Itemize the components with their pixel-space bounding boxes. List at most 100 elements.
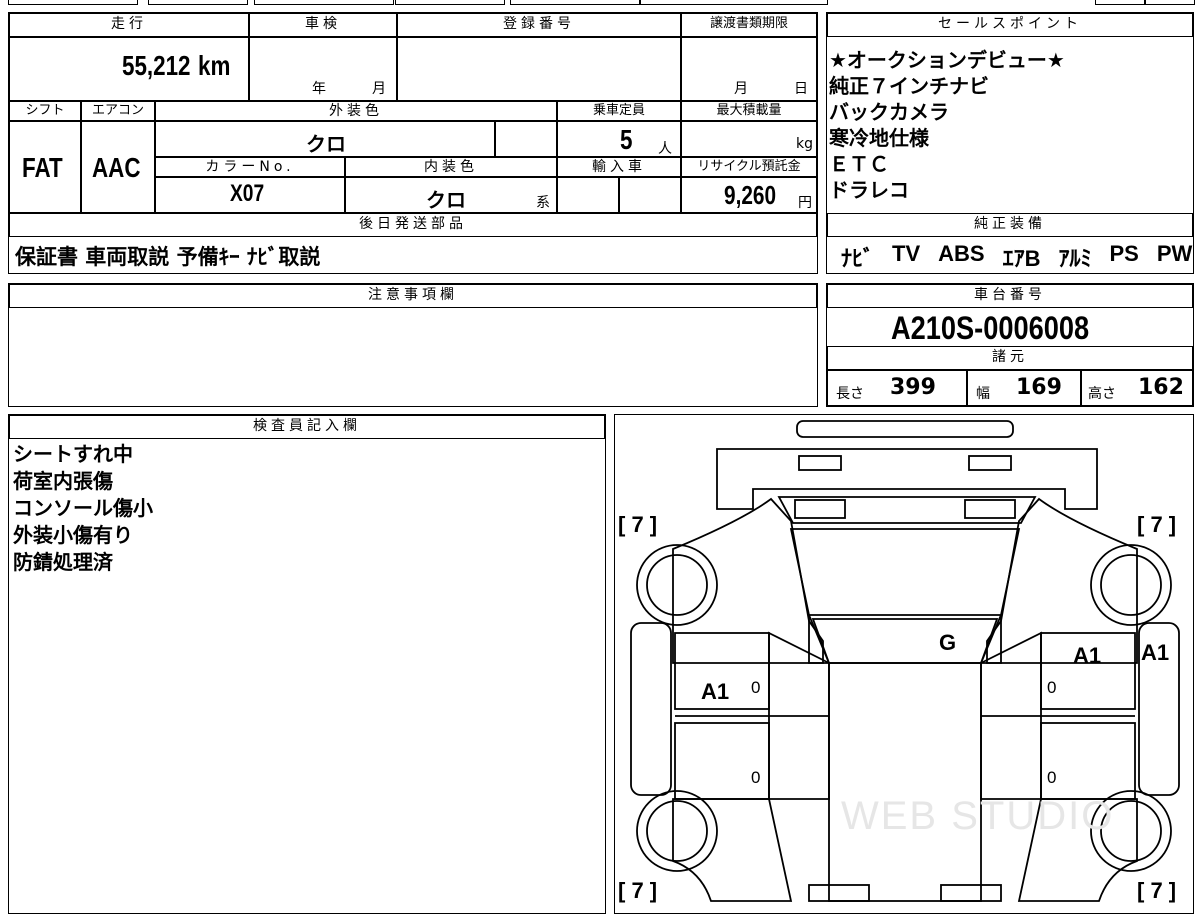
- pillar-right: [979, 614, 1002, 664]
- aircon-header: エアコン: [81, 101, 155, 121]
- shift-value: FAT: [22, 152, 63, 183]
- side-rail-left: [630, 622, 672, 796]
- top-strip-2: [148, 0, 248, 5]
- roof: [811, 618, 999, 664]
- equip-abs: ABS: [938, 241, 985, 266]
- zero-fr: 0: [1047, 678, 1056, 697]
- shaken-cell: 年 月: [249, 37, 397, 101]
- spec-height-value: 162: [1138, 375, 1184, 400]
- equip-ps: PS: [1109, 241, 1139, 266]
- shift-header: シフト: [9, 101, 81, 121]
- registration-header: 登録番号: [397, 13, 681, 37]
- aircon-cell: AAC: [81, 121, 155, 213]
- zero-rr: 0: [1047, 768, 1056, 787]
- transfer-header: 譲渡書類期限: [681, 13, 817, 37]
- vehicle-info-block: 走行 車検 登録番号 譲渡書類期限 55,212 km 年 月 月 日 シフト …: [8, 12, 818, 274]
- aircon-value: AAC: [92, 152, 141, 183]
- top-strip-3: [254, 0, 394, 5]
- mark-a1-right: A1: [1073, 643, 1101, 668]
- tire-tr-label: [ 7 ]: [1137, 512, 1176, 537]
- zero-rl: 0: [751, 768, 760, 787]
- capacity-header: 乗車定員: [557, 101, 681, 121]
- vent-right: [964, 499, 1016, 519]
- equip-airbag: ｴｱB: [1002, 246, 1041, 271]
- mileage-value: 55,212: [122, 50, 191, 81]
- mark-g: G: [939, 630, 956, 655]
- maxload-unit: kg: [796, 136, 813, 152]
- shaken-header: 車検: [249, 13, 397, 37]
- spec-length-label: 長さ: [836, 386, 864, 402]
- exterior-value: クロ: [306, 132, 346, 156]
- exterior-header: 外装色: [155, 101, 557, 121]
- inspector-lines: シートすれ中 荷室内張傷 コンソール傷小 外装小傷有り 防錆処理済: [13, 441, 153, 576]
- tire-tl-label: [ 7 ]: [618, 512, 657, 537]
- tire-br-label: [ 7 ]: [1137, 878, 1176, 903]
- spec-length-cell: 長さ 399: [827, 370, 967, 406]
- transfer-cell: 月 日: [681, 37, 817, 101]
- headlight-right: [968, 455, 1012, 471]
- roof-panel: [828, 662, 982, 902]
- sales-point-1: ★オークションデビュー★: [829, 48, 1065, 72]
- rear-light-right: [940, 884, 1002, 902]
- windshield: [789, 528, 1021, 616]
- shaken-year: 年: [312, 81, 326, 97]
- sales-point-2: 純正７インチナビ: [829, 74, 989, 98]
- spec-height-cell: 高さ 162: [1081, 370, 1193, 406]
- sales-points-block: セールスポイント ★オークションデビュー★ 純正７インチナビ バックカメラ 寒冷…: [826, 12, 1194, 274]
- sales-point-4: 寒冷地仕様: [829, 126, 929, 150]
- mileage-unit: km: [198, 50, 231, 81]
- import-cell-1: [557, 177, 619, 213]
- color-no-header: カラーNo.: [155, 157, 345, 177]
- watermark: WEB STUDIO: [841, 794, 1114, 838]
- equip-pw: PW: [1156, 241, 1193, 266]
- exterior-extra-cell: [495, 121, 557, 157]
- genuine-equipment-list: ﾅﾋﾞ TV ABS ｴｱB ｱﾙﾐ PS PW: [841, 241, 1192, 273]
- wheel-rear-left-inner: [646, 800, 708, 862]
- shaken-month: 月: [372, 81, 386, 97]
- wheel-front-left-inner: [646, 554, 708, 616]
- top-strip-7: [1095, 0, 1145, 5]
- vent-left: [794, 499, 846, 519]
- transfer-month: 月: [734, 81, 748, 97]
- recycle-value: 9,260: [724, 180, 777, 210]
- chassis-number: A210S-0006008: [891, 310, 1090, 346]
- rear-fender-left: [672, 798, 793, 902]
- car-diagram: [ 7 ] [ 7 ] [ 7 ] [ 7 ] G A1 A1 A1 0 0 0…: [618, 420, 1180, 903]
- top-strip-4: [395, 0, 505, 5]
- door-rear-right: [1040, 722, 1136, 800]
- spec-length-value: 399: [890, 375, 936, 400]
- pillar-left: [808, 614, 831, 664]
- spec-width-value: 169: [1016, 375, 1062, 400]
- sales-point-6: ドラレコ: [829, 178, 909, 202]
- interior-value: クロ: [426, 188, 466, 212]
- chassis-block: 車台番号 A210S-0006008 諸元 長さ 399 幅 169 高さ 16…: [826, 283, 1194, 407]
- capacity-unit: 人: [658, 141, 672, 157]
- import-cell-2: [619, 177, 681, 213]
- wheel-rear-left: [636, 790, 718, 872]
- tire-bl-label: [ 7 ]: [618, 878, 657, 903]
- mark-a1-side: A1: [1141, 640, 1169, 665]
- exterior-cell: クロ: [155, 121, 495, 157]
- notes-block: 注意事項欄: [8, 283, 818, 407]
- inspector-header: 検査員記入欄: [9, 415, 605, 439]
- inspector-line-2: 荷室内張傷: [13, 469, 113, 493]
- wheel-front-right: [1090, 544, 1172, 626]
- wheel-front-left: [636, 544, 718, 626]
- interior-header: 内装色: [345, 157, 557, 177]
- color-no-value: X07: [230, 180, 265, 207]
- mileage-header: 走行: [9, 13, 249, 37]
- notes-header: 注意事項欄: [9, 284, 817, 308]
- sales-point-5: ＥＴＣ: [829, 152, 889, 176]
- sales-point-3: バックカメラ: [829, 100, 949, 124]
- import-header: 輸入車: [557, 157, 681, 177]
- maxload-header: 最大積載量: [681, 101, 817, 121]
- color-no-cell: X07: [155, 177, 345, 213]
- recycle-unit: 円: [798, 195, 812, 211]
- top-strip-6: [640, 0, 828, 5]
- recycle-cell: 9,260 円: [681, 177, 817, 213]
- spec-width-cell: 幅 169: [967, 370, 1081, 406]
- capacity-value: 5: [620, 124, 633, 155]
- chassis-header: 車台番号: [827, 284, 1193, 308]
- front-bumper: [796, 420, 1014, 438]
- interior-suffix: 系: [536, 195, 550, 211]
